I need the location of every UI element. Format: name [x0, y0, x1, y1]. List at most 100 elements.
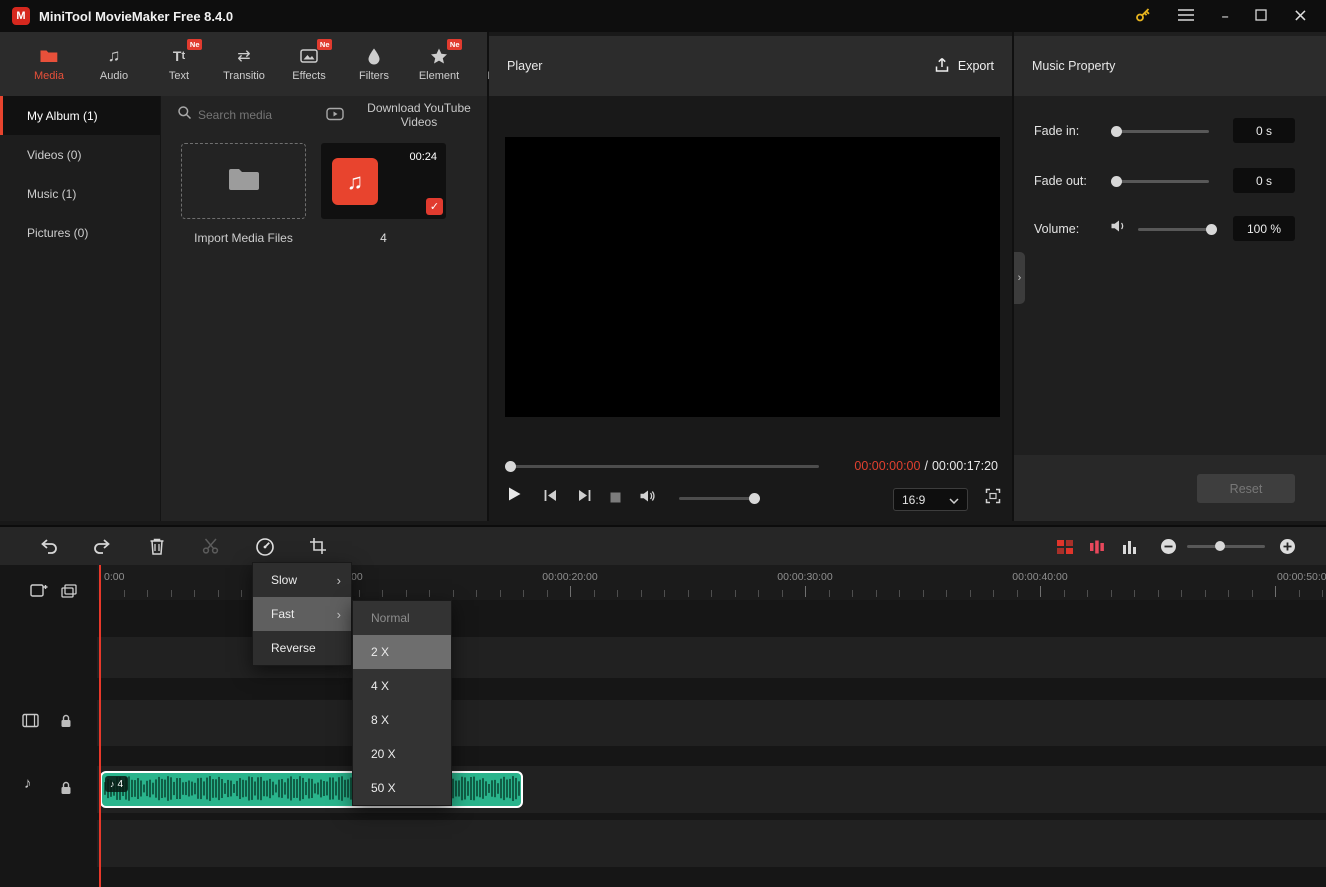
- tab-effects[interactable]: Ne Effects: [284, 46, 334, 82]
- tab-bar: Media ♫ Audio Ne Tt Text ⇄ Transitio Ne …: [0, 32, 489, 96]
- tab-media[interactable]: Media: [24, 46, 74, 82]
- media-panel: Download YouTube Videos Import Media Fil…: [160, 96, 489, 521]
- fast-submenu-item-50x[interactable]: 50 X: [353, 771, 451, 805]
- ruler-tick: [594, 590, 595, 597]
- media-item-checkbox[interactable]: ✓: [426, 198, 443, 215]
- sidebar-item-videos[interactable]: Videos (0): [0, 135, 160, 174]
- media-panel-header: Download YouTube Videos: [161, 96, 487, 134]
- sidebar-item-music[interactable]: Music (1): [0, 174, 160, 213]
- playhead[interactable]: [99, 565, 101, 887]
- clip-label-chip: ♪ 4: [105, 776, 128, 792]
- tab-text[interactable]: Ne Tt Text: [154, 46, 204, 82]
- tab-filters[interactable]: Filters: [349, 46, 399, 82]
- ruler-tick: [641, 590, 642, 597]
- seek-slider[interactable]: [507, 465, 819, 468]
- export-button[interactable]: Export: [934, 57, 994, 76]
- panel-collapse-handle[interactable]: ›: [1014, 252, 1025, 304]
- sidebar-item-pictures[interactable]: Pictures (0): [0, 213, 160, 252]
- ruler-tick: [970, 590, 971, 597]
- fast-submenu-item-8x[interactable]: 8 X: [353, 703, 451, 737]
- ruler-tick: [1111, 590, 1112, 597]
- ruler-tick: [359, 590, 360, 597]
- speed-button[interactable]: [255, 537, 275, 560]
- total-time: 00:00:17:20: [932, 459, 998, 473]
- delete-button[interactable]: [149, 537, 165, 559]
- media-item-duration: 00:24: [409, 151, 437, 163]
- fade-out-value[interactable]: 0 s: [1233, 168, 1295, 193]
- media-item-card[interactable]: ♫ 00:24 ✓: [321, 143, 446, 219]
- text-icon: Tt: [173, 46, 185, 66]
- player-volume-knob[interactable]: [749, 493, 760, 504]
- tab-audio[interactable]: ♫ Audio: [89, 46, 139, 82]
- new-badge: Ne: [447, 39, 462, 50]
- fast-submenu-item-4x[interactable]: 4 X: [353, 669, 451, 703]
- ruler-tick: [429, 590, 430, 597]
- split-scissors-button: [202, 537, 220, 558]
- add-video-track-icon[interactable]: [30, 582, 48, 601]
- ruler-tick: [876, 590, 877, 597]
- video-preview: [505, 137, 1000, 417]
- audio-clip[interactable]: ♪ 4: [100, 771, 523, 808]
- previous-frame-button[interactable]: [543, 489, 558, 505]
- ruler-tick: [1205, 590, 1206, 597]
- import-media-dropzone[interactable]: [181, 143, 306, 219]
- crop-button[interactable]: [309, 537, 327, 558]
- search-media-input[interactable]: [198, 108, 298, 122]
- submenu-arrow-icon: ›: [337, 573, 341, 588]
- seek-knob[interactable]: [505, 461, 516, 472]
- aspect-ratio-dropdown[interactable]: 16:9: [893, 488, 968, 511]
- import-media-label: Import Media Files: [181, 231, 306, 245]
- play-button[interactable]: [507, 486, 522, 505]
- volume-value[interactable]: 100 %: [1233, 216, 1295, 241]
- stop-button[interactable]: [610, 491, 621, 506]
- elements-star-icon: [429, 46, 449, 66]
- ruler-tick: [1228, 590, 1229, 597]
- fade-out-knob[interactable]: [1111, 176, 1122, 187]
- clip-waveform: [102, 773, 521, 806]
- fade-out-label: Fade out:: [1034, 174, 1087, 188]
- audio-meter-icon[interactable]: [1122, 539, 1138, 558]
- audio-effect-icon[interactable]: [1089, 539, 1105, 558]
- tab-elements[interactable]: Ne Element: [414, 46, 464, 82]
- manage-tracks-icon[interactable]: [61, 584, 77, 601]
- fullscreen-button[interactable]: [985, 488, 1001, 507]
- volume-slider[interactable]: [1138, 228, 1213, 231]
- maximize-button[interactable]: [1255, 9, 1267, 24]
- new-badge: Ne: [317, 39, 332, 50]
- minimize-button[interactable]: –: [1221, 9, 1229, 24]
- redo-button[interactable]: [92, 537, 112, 559]
- volume-knob[interactable]: [1206, 224, 1217, 235]
- zoom-out-button[interactable]: [1160, 538, 1177, 558]
- search-icon: [177, 105, 192, 125]
- close-button[interactable]: ×: [1293, 7, 1308, 25]
- fade-in-knob[interactable]: [1111, 126, 1122, 137]
- speed-menu-item-reverse[interactable]: Reverse: [253, 631, 351, 665]
- fade-out-slider[interactable]: [1113, 180, 1209, 183]
- reset-button: Reset: [1197, 474, 1295, 503]
- fade-in-slider[interactable]: [1113, 130, 1209, 133]
- export-icon: [934, 57, 950, 76]
- fast-submenu-item-20x[interactable]: 20 X: [353, 737, 451, 771]
- fade-in-value[interactable]: 0 s: [1233, 118, 1295, 143]
- next-frame-button[interactable]: [577, 489, 592, 505]
- speed-menu-item-slow[interactable]: Slow›: [253, 563, 351, 597]
- chevron-down-icon: [949, 493, 959, 507]
- sidebar-item-my-album[interactable]: My Album (1): [0, 96, 160, 135]
- ruler-tick: [829, 590, 830, 597]
- undo-button[interactable]: [39, 537, 59, 559]
- track-manager-icon[interactable]: [1056, 539, 1074, 558]
- lock-music-track-icon[interactable]: [60, 781, 72, 798]
- speed-menu-item-fast[interactable]: Fast›: [253, 597, 351, 631]
- player-speaker-icon[interactable]: [639, 489, 656, 506]
- player-volume-slider[interactable]: [679, 497, 759, 500]
- fast-submenu-item-2x[interactable]: 2 X: [353, 635, 451, 669]
- hamburger-menu-icon[interactable]: [1177, 8, 1195, 25]
- timeline-zoom-slider[interactable]: [1187, 545, 1265, 548]
- tab-transitions[interactable]: ⇄ Transitio: [219, 46, 269, 82]
- library-sidebar: My Album (1) Videos (0) Music (1) Pictur…: [0, 96, 160, 521]
- timeline-zoom-knob[interactable]: [1215, 541, 1225, 551]
- zoom-in-button[interactable]: [1279, 538, 1296, 558]
- license-key-icon[interactable]: [1135, 7, 1151, 26]
- download-youtube-button[interactable]: Download YouTube Videos: [326, 101, 487, 129]
- lock-video-track-icon[interactable]: [60, 714, 72, 731]
